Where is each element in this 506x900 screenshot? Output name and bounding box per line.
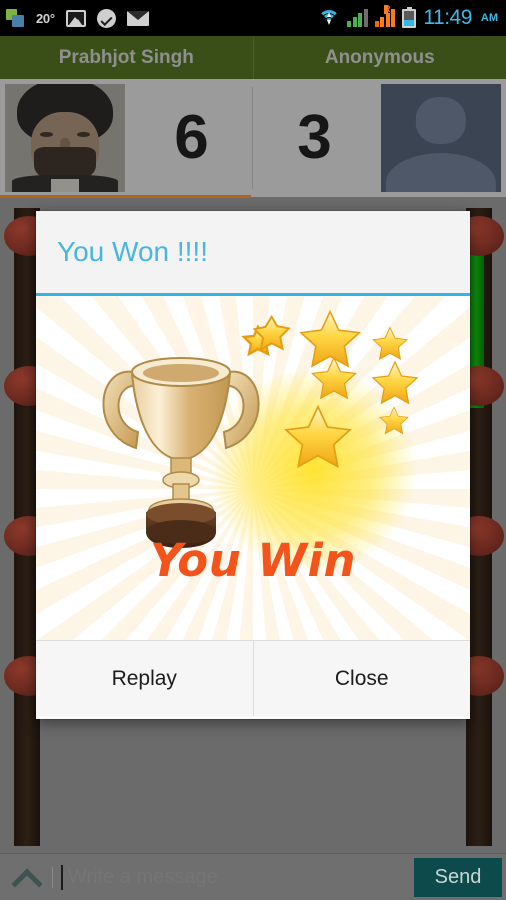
- chevron-up-icon[interactable]: [12, 868, 42, 886]
- dialog-title-bar: You Won !!!!: [36, 211, 470, 296]
- roaming-signal-bars-icon: R: [374, 5, 396, 27]
- player-right-name: Anonymous: [324, 46, 435, 68]
- message-input[interactable]: [68, 865, 414, 889]
- status-bar-clock: 11:49: [423, 6, 472, 29]
- player-right-score: 3: [297, 103, 332, 172]
- player-left-name: Prabhjot Singh: [0, 36, 254, 79]
- sync-icon: [6, 8, 25, 28]
- player-right-avatar: [381, 84, 501, 192]
- wifi-icon: [318, 9, 341, 27]
- stars-icon: [236, 308, 436, 498]
- replay-button[interactable]: Replay: [36, 641, 254, 716]
- weather-temperature: 20°: [36, 10, 55, 26]
- player-left-avatar: [5, 84, 125, 192]
- win-text: You Win: [150, 534, 356, 587]
- player-name-bar: Prabhjot Singh Anonymous: [0, 36, 506, 79]
- check-circle-icon: [96, 8, 116, 28]
- dialog-body: You Win: [36, 296, 470, 640]
- player-right-panel: 3: [253, 79, 506, 197]
- status-bar: 20° R 11:49 AM: [0, 0, 506, 36]
- phone-screen: 20° R 11:49 AM Prabhjot Singh Anonymous: [0, 0, 506, 900]
- status-bar-ampm: AM: [480, 12, 498, 24]
- dialog-button-row: Replay Close: [36, 640, 470, 716]
- dialog-title: You Won !!!!: [57, 236, 208, 267]
- battery-icon: [402, 6, 417, 28]
- roaming-label: R: [383, 4, 391, 14]
- status-bar-right-icons: R 11:49 AM: [318, 5, 498, 30]
- signal-bars-icon: [347, 9, 368, 27]
- player-left-score: 6: [174, 103, 209, 172]
- gallery-icon: [65, 9, 86, 27]
- score-bar: 6 3: [0, 79, 506, 197]
- close-button[interactable]: Close: [253, 641, 470, 716]
- player-left-panel: 6: [0, 79, 253, 197]
- send-button[interactable]: Send: [414, 857, 502, 897]
- you-won-dialog: You Won !!!! You Win Replay Close: [36, 211, 470, 719]
- message-bar: Send: [0, 853, 506, 900]
- message-divider: [52, 866, 53, 888]
- mail-icon: [126, 10, 149, 26]
- text-cursor: [61, 864, 63, 890]
- status-bar-left-icons: 20°: [6, 8, 318, 28]
